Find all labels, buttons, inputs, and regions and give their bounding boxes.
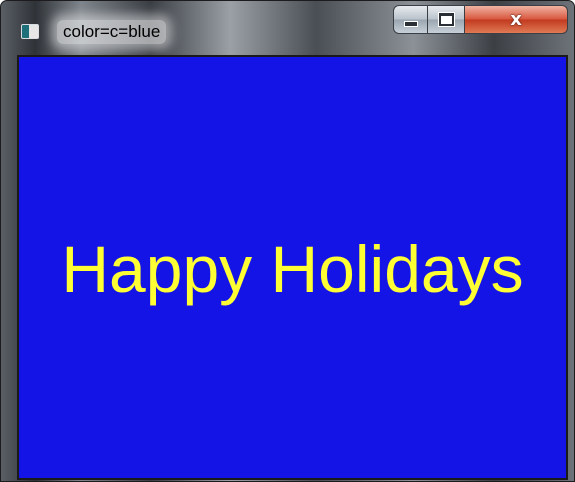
application-window: color=c=blue x Happy Holidays [0, 0, 575, 482]
caption-buttons: x [393, 5, 568, 34]
title-bar[interactable]: color=c=blue x [1, 1, 574, 53]
maximize-button[interactable] [428, 5, 465, 34]
window-title: color=c=blue [57, 20, 167, 44]
close-button[interactable]: x [465, 5, 568, 34]
greeting-text: Happy Holidays [61, 231, 524, 306]
maximize-icon [437, 12, 455, 27]
minimize-icon [403, 21, 418, 27]
minimize-button[interactable] [393, 5, 428, 34]
app-window-icon[interactable] [21, 24, 39, 39]
close-icon: x [510, 8, 522, 30]
canvas-area: Happy Holidays [17, 55, 568, 480]
